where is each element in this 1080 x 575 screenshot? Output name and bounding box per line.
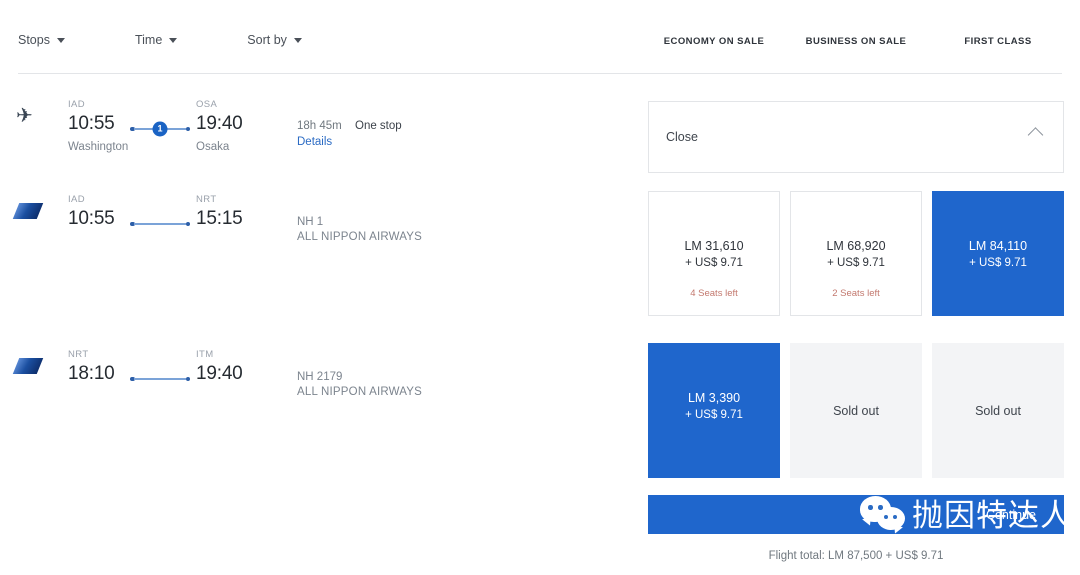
fare-price-block: LM 31,610 + US$ 9.71	[649, 238, 779, 271]
departure-time: 10:55	[68, 112, 128, 136]
departure-airport-code: IAD	[68, 99, 128, 110]
leg-route-connector	[130, 218, 190, 230]
route-connector: 1	[130, 123, 190, 135]
leg-arrival-endpoint: ITM 19:40	[196, 349, 243, 386]
fare-card-business[interactable]: LM 68,920 + US$ 9.71 2 Seats left	[790, 191, 922, 316]
fare-card-first[interactable]: LM 84,110 + US$ 9.71	[932, 191, 1064, 316]
leg-departure-endpoint: IAD 10:55	[68, 194, 115, 231]
connector-dot-right	[186, 127, 191, 132]
toolbar-divider	[18, 73, 1062, 74]
flight-leg-row: NRT 18:10 ITM 19:40 NH 2179 ALL NIPPON A…	[0, 345, 640, 500]
close-fares-button[interactable]: Close	[648, 101, 1064, 173]
flight-total-text: Flight total: LM 87,500 + US$ 9.71	[648, 550, 1064, 562]
flight-leg-row: IAD 10:55 NRT 15:15 NH 1 ALL NIPPON AIRW…	[0, 190, 640, 345]
filter-stops-label: Stops	[18, 33, 50, 47]
fare-row: LM 3,390 + US$ 9.71 Sold out Sold out	[648, 343, 1064, 478]
flight-number: NH 2179	[297, 370, 597, 385]
flight-number: NH 1	[297, 215, 597, 230]
flight-duration: 18h 45m	[297, 120, 355, 132]
leg-arrival-time: 15:15	[196, 207, 243, 231]
chevron-up-icon	[1028, 127, 1044, 143]
flight-results-page: Stops Time Sort by ECONOMY ON SALE BUSIN…	[0, 0, 1080, 575]
filter-time[interactable]: Time	[135, 33, 177, 47]
leg-departure-endpoint: NRT 18:10	[68, 349, 115, 386]
leg-departure-time: 10:55	[68, 207, 115, 231]
airplane-icon: ✈	[16, 103, 42, 129]
fare-price: LM 68,920	[791, 238, 921, 255]
sold-out-label: Sold out	[933, 404, 1063, 418]
continue-button-label: Continue	[986, 508, 1036, 522]
arrival-city: Osaka	[196, 141, 243, 153]
fare-card-economy[interactable]: LM 31,610 + US$ 9.71 4 Seats left	[648, 191, 780, 316]
fare-price-block: LM 68,920 + US$ 9.71	[791, 238, 921, 271]
arrival-airport-code: OSA	[196, 99, 243, 110]
cabin-class-business: BUSINESS ON SALE	[790, 36, 922, 47]
fare-price: LM 3,390	[649, 390, 779, 407]
leg-arrival-time: 19:40	[196, 362, 243, 386]
connector-line	[134, 378, 186, 380]
departure-city: Washington	[68, 141, 128, 153]
leg-route-connector	[130, 373, 190, 385]
leg-departure-airport-code: NRT	[68, 349, 115, 360]
itinerary-segment: IAD 10:55 Washington 1 OSA 19:40 Osaka	[68, 99, 328, 159]
cabin-class-first: FIRST CLASS	[932, 36, 1064, 47]
cabin-class-headers: ECONOMY ON SALE BUSINESS ON SALE FIRST C…	[648, 36, 1064, 47]
carrier-name: ALL NIPPON AIRWAYS	[297, 385, 597, 400]
filter-group: Stops Time Sort by	[18, 33, 372, 47]
cabin-class-economy: ECONOMY ON SALE	[648, 36, 780, 47]
departure-endpoint: IAD 10:55 Washington	[68, 99, 128, 153]
fare-card-business: Sold out	[790, 343, 922, 478]
leg-arrival-airport-code: NRT	[196, 194, 243, 205]
fare-tax: + US$ 9.71	[933, 255, 1063, 271]
leg-departure-time: 18:10	[68, 362, 115, 386]
seats-left-badge: 2 Seats left	[791, 288, 921, 299]
fare-price: LM 31,610	[649, 238, 779, 255]
connector-dot-right	[186, 377, 191, 382]
arrival-endpoint: OSA 19:40 Osaka	[196, 99, 243, 153]
chevron-down-icon	[294, 38, 302, 43]
seats-left-badge: 4 Seats left	[649, 288, 779, 299]
flight-list: ✈ IAD 10:55 Washington 1 OSA 19:40 Osa	[0, 95, 640, 500]
chevron-down-icon	[169, 38, 177, 43]
filter-stops[interactable]: Stops	[18, 33, 65, 47]
leg-arrival-endpoint: NRT 15:15	[196, 194, 243, 231]
leg-meta: NH 1 ALL NIPPON AIRWAYS	[297, 215, 597, 245]
fare-tax: + US$ 9.71	[791, 255, 921, 271]
carrier-name: ALL NIPPON AIRWAYS	[297, 230, 597, 245]
leg-arrival-airport-code: ITM	[196, 349, 243, 360]
details-link[interactable]: Details	[297, 136, 597, 148]
connector-line	[134, 223, 186, 225]
filter-sort-by[interactable]: Sort by	[247, 33, 302, 47]
sold-out-label: Sold out	[791, 404, 921, 418]
arrival-time: 19:40	[196, 112, 243, 136]
fare-tax: + US$ 9.71	[649, 407, 779, 423]
fare-card-economy[interactable]: LM 3,390 + US$ 9.71	[648, 343, 780, 478]
connector-dot-right	[186, 222, 191, 227]
fare-tax: + US$ 9.71	[649, 255, 779, 271]
ana-logo-icon	[16, 198, 42, 224]
itinerary-meta: 18h 45m One stop Details	[297, 120, 597, 148]
filter-time-label: Time	[135, 33, 162, 47]
filter-sort-by-label: Sort by	[247, 33, 287, 47]
fare-price-block: LM 84,110 + US$ 9.71	[933, 238, 1063, 271]
results-toolbar: Stops Time Sort by ECONOMY ON SALE BUSIN…	[0, 0, 1080, 74]
continue-button[interactable]: Continue	[648, 495, 1064, 534]
chevron-down-icon	[57, 38, 65, 43]
leg-departure-airport-code: IAD	[68, 194, 115, 205]
flight-stops: One stop	[355, 120, 402, 132]
flight-summary-row[interactable]: ✈ IAD 10:55 Washington 1 OSA 19:40 Osa	[0, 95, 640, 190]
fare-panel: Close LM 31,610 + US$ 9.71 4 Seats left …	[648, 101, 1064, 562]
fare-price: LM 84,110	[933, 238, 1063, 255]
fare-card-first: Sold out	[932, 343, 1064, 478]
fare-row: LM 31,610 + US$ 9.71 4 Seats left LM 68,…	[648, 191, 1064, 316]
close-fares-label: Close	[666, 130, 698, 144]
stop-count-badge: 1	[153, 122, 168, 137]
fare-price-block: LM 3,390 + US$ 9.71	[649, 390, 779, 423]
leg-meta: NH 2179 ALL NIPPON AIRWAYS	[297, 370, 597, 400]
itinerary-meta-line: 18h 45m One stop	[297, 120, 597, 132]
leg-segment: NRT 18:10 ITM 19:40	[68, 349, 328, 409]
ana-logo-icon	[16, 353, 42, 379]
leg-segment: IAD 10:55 NRT 15:15	[68, 194, 328, 254]
